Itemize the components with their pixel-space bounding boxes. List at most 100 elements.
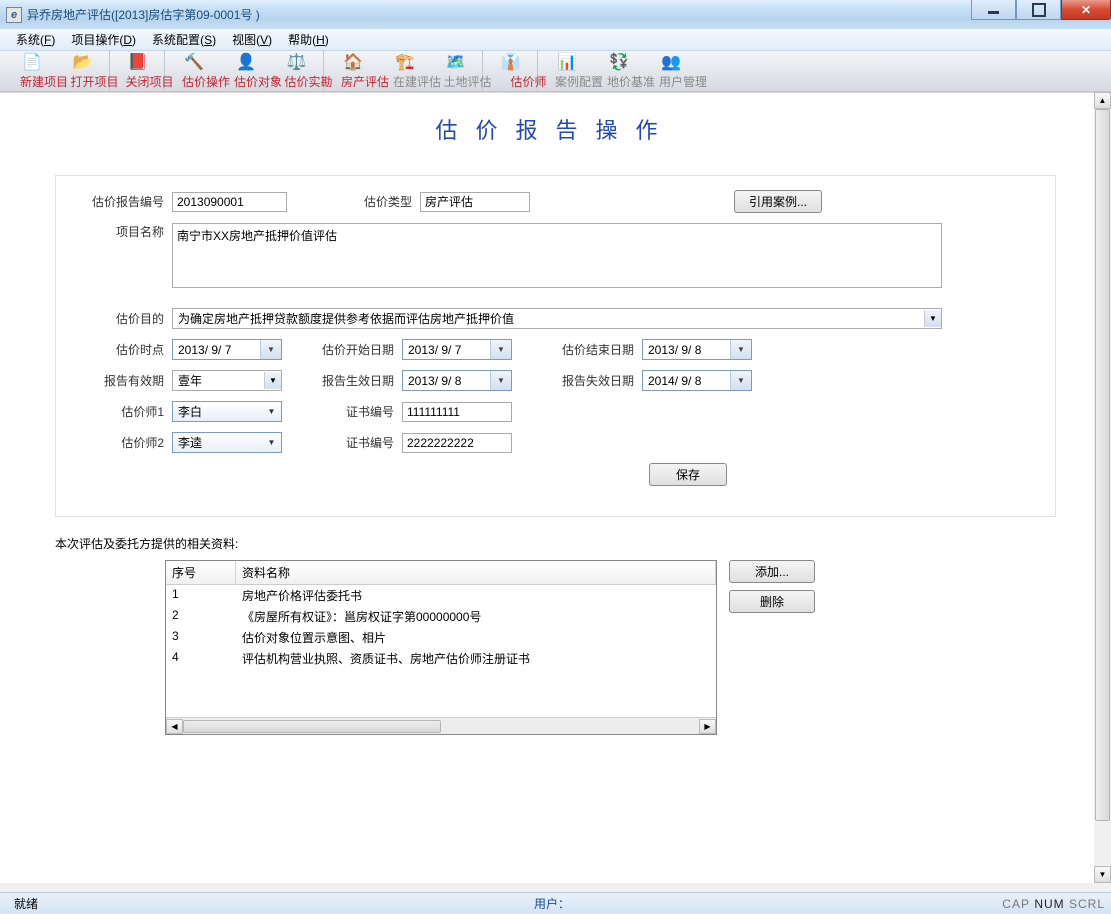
cell-no: 3 [166,627,236,648]
menu-help[interactable]: 帮助(H) [280,29,337,50]
cell-no: 4 [166,648,236,669]
content-area: 估价报告操作 估价报告编号 估价类型 引用案例... 项目名称 南宁市XX房地产… [0,92,1111,883]
appraisal-type-input[interactable] [420,192,530,212]
label-expiry-date: 报告失效日期 [552,372,634,389]
expiry-date-value: 2014/ 9/ 8 [648,374,701,388]
label-appraisal-date: 估价时点 [74,341,164,358]
label-cert1: 证书编号 [312,403,394,420]
menu-view[interactable]: 视图(V) [224,29,280,50]
minimize-button[interactable] [971,0,1016,20]
calendar-icon: ▼ [490,371,511,390]
delete-material-button[interactable]: 删除 [729,590,815,613]
cell-name: 评估机构营业执照、资质证书、房地产估价师注册证书 [236,648,716,669]
statusbar: 就绪 用户： CAP NUM SCRL [0,892,1111,914]
calendar-icon: ▼ [260,340,281,359]
chevron-down-icon: ▼ [924,310,941,327]
toolbar-用户管理[interactable]: 👥用户管理 [645,50,697,92]
add-material-button[interactable]: 添加... [729,560,815,583]
chevron-down-icon: ▼ [264,404,279,419]
scroll-thumb[interactable] [183,720,441,733]
app-icon: e [6,7,22,23]
toolbar-icon: 👔 [501,52,521,72]
scroll-right-icon[interactable]: ▶ [699,719,716,734]
label-effective-date: 报告生效日期 [312,372,394,389]
menu-config[interactable]: 系统配置(S) [144,29,224,50]
col-no: 序号 [166,561,236,584]
window-controls [971,0,1111,20]
label-end-date: 估价结束日期 [552,341,634,358]
project-name-input[interactable]: 南宁市XX房地产抵押价值评估 [172,223,942,288]
report-no-input[interactable] [172,192,287,212]
cell-no: 2 [166,606,236,627]
table-row[interactable]: 4评估机构营业执照、资质证书、房地产估价师注册证书 [166,648,716,669]
appraiser2-value: 李逵 [178,434,202,451]
menu-project[interactable]: 项目操作(D) [63,29,144,50]
label-appraisal-type: 估价类型 [352,193,412,210]
scroll-down-icon[interactable]: ▼ [1094,866,1111,883]
maximize-button[interactable] [1016,0,1061,20]
titlebar: e 异乔房地产评估([2013]房估字第09-0001号 ) [0,0,1111,29]
table-row[interactable]: 3估价对象位置示意图、相片 [166,627,716,648]
cert2-input[interactable] [402,433,512,453]
menu-system[interactable]: 系统(F) [8,29,63,50]
chevron-down-icon: ▼ [264,435,279,450]
expiry-date-picker[interactable]: 2014/ 9/ 8 ▼ [642,370,752,391]
label-appraiser1: 估价师1 [74,403,164,420]
purpose-combo[interactable]: 为确定房地产抵押贷款额度提供参考依据而评估房地产抵押价值 ▼ [172,308,942,329]
toolbar-icon: 📊 [557,52,577,72]
toolbar-icon: 🏠 [343,52,363,72]
appraisal-date-value: 2013/ 9/ 7 [178,343,231,357]
cert1-input[interactable] [402,402,512,422]
window-title: 异乔房地产评估([2013]房估字第09-0001号 ) [27,6,260,23]
grid-hscroll[interactable]: ◀ ▶ [166,717,716,734]
save-button[interactable]: 保存 [649,463,727,486]
table-row[interactable]: 2《房屋所有权证》：邕房权证字第00000000号 [166,606,716,627]
appraiser1-value: 李白 [178,403,202,420]
start-date-value: 2013/ 9/ 7 [408,343,461,357]
materials-grid: 序号 资料名称 1房地产价格评估委托书2《房屋所有权证》：邕房权证字第00000… [165,560,717,735]
label-validity: 报告有效期 [74,372,164,389]
end-date-value: 2013/ 9/ 8 [648,343,701,357]
materials-label: 本次评估及委托方提供的相关资料: [55,535,1056,552]
label-cert2: 证书编号 [312,434,394,451]
validity-combo[interactable]: 壹年 ▼ [172,370,282,391]
appraiser1-select[interactable]: 李白 ▼ [172,401,282,422]
menubar: 系统(F) 项目操作(D) 系统配置(S) 视图(V) 帮助(H) [0,29,1111,51]
end-date-picker[interactable]: 2013/ 9/ 8 ▼ [642,339,752,360]
content-vscroll[interactable]: ▲ ▼ [1094,92,1111,883]
table-row[interactable]: 1房地产价格评估委托书 [166,585,716,606]
col-name: 资料名称 [236,561,716,584]
close-button[interactable] [1061,0,1111,20]
toolbar-icon: 📕 [128,52,148,72]
cell-name: 《房屋所有权证》：邕房权证字第00000000号 [236,606,716,627]
calendar-icon: ▼ [730,371,751,390]
toolbar-icon: 👤 [236,52,256,72]
toolbar-icon: 📂 [73,52,93,72]
toolbar-icon: 📄 [22,52,42,72]
vscroll-thumb[interactable] [1095,109,1110,821]
status-user: 用户： [526,895,578,912]
cell-no: 1 [166,585,236,606]
scroll-up-icon[interactable]: ▲ [1094,92,1111,109]
label-start-date: 估价开始日期 [312,341,394,358]
scroll-left-icon[interactable]: ◀ [166,719,183,734]
ref-case-button[interactable]: 引用案例... [734,190,822,213]
purpose-value: 为确定房地产抵押贷款额度提供参考依据而评估房地产抵押价值 [178,310,514,327]
toolbar-icon: 🔨 [184,52,204,72]
effective-date-value: 2013/ 9/ 8 [408,374,461,388]
appraiser2-select[interactable]: 李逵 ▼ [172,432,282,453]
start-date-picker[interactable]: 2013/ 9/ 7 ▼ [402,339,512,360]
label-report-no: 估价报告编号 [74,193,164,210]
status-ready: 就绪 [6,895,46,912]
effective-date-picker[interactable]: 2013/ 9/ 8 ▼ [402,370,512,391]
label-purpose: 估价目的 [74,310,164,327]
appraisal-date-picker[interactable]: 2013/ 9/ 7 ▼ [172,339,282,360]
cell-name: 估价对象位置示意图、相片 [236,627,716,648]
calendar-icon: ▼ [730,340,751,359]
chevron-down-icon: ▼ [264,372,281,389]
label-project-name: 项目名称 [74,223,164,240]
label-appraiser2: 估价师2 [74,434,164,451]
calendar-icon: ▼ [490,340,511,359]
toolbar-icon: ⚖️ [287,52,307,72]
form-panel: 估价报告编号 估价类型 引用案例... 项目名称 南宁市XX房地产抵押价值评估 … [55,175,1056,517]
